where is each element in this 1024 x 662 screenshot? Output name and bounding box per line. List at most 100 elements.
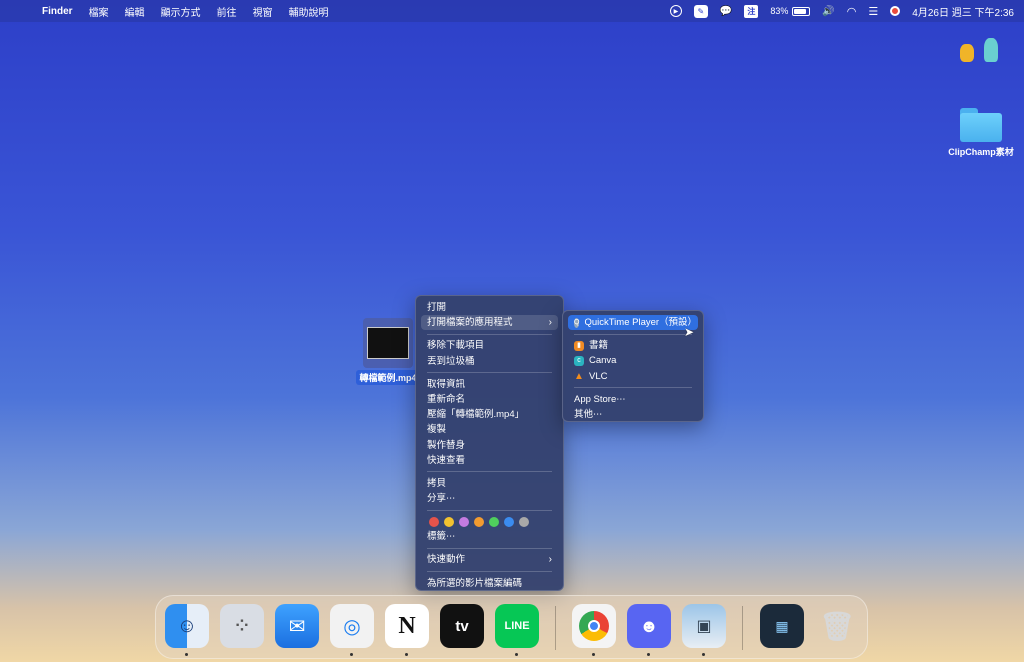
menu-divider bbox=[574, 333, 692, 335]
line-chat-icon[interactable]: 💬 bbox=[720, 6, 732, 17]
screenshot-thumbnail-icon: ▦ bbox=[775, 617, 789, 634]
submenu-item-books-label: 書籍 bbox=[589, 340, 609, 352]
dock-preview[interactable]: ▣ bbox=[682, 604, 726, 648]
dock-screenshot-stack[interactable]: ▦ bbox=[760, 604, 804, 648]
control-center-icon[interactable]: ☰ bbox=[868, 5, 878, 18]
file-label: 轉檔範例.mp4 bbox=[356, 370, 420, 385]
menu-item-open[interactable]: 打開 bbox=[421, 300, 558, 315]
submenu-item-other[interactable]: 其他⋯ bbox=[568, 407, 698, 422]
menubar-datetime[interactable]: 4月26日 週三 下午2:36 bbox=[912, 4, 1014, 19]
running-indicator bbox=[647, 653, 650, 656]
menu-item-trash[interactable]: 丟到垃圾桶 bbox=[421, 354, 558, 369]
submenu-item-quicktime[interactable]: Q QuickTime Player（預設） bbox=[568, 315, 698, 331]
menu-file[interactable]: 檔案 bbox=[81, 4, 117, 19]
canva-icon: c bbox=[574, 355, 584, 366]
menu-item-remove-download[interactable]: 移除下載項目 bbox=[421, 338, 558, 353]
video-thumbnail bbox=[363, 318, 413, 368]
dock-line[interactable]: LINE bbox=[495, 604, 539, 648]
submenu-item-app-store[interactable]: App Store⋯ bbox=[568, 392, 698, 407]
apple-tv-logo: tv bbox=[455, 617, 469, 635]
tag-color-gray[interactable] bbox=[519, 516, 529, 527]
menu-divider bbox=[427, 372, 552, 374]
menu-bar: Finder 檔案 編輯 顯示方式 前往 視窗 輔助說明 ▶ ✎ 💬 注 83%… bbox=[0, 0, 1024, 22]
dock-safari[interactable]: ◎ bbox=[330, 604, 374, 648]
launchpad-grid-icon: ⁘ bbox=[235, 618, 249, 635]
tag-color-orange[interactable] bbox=[474, 516, 484, 527]
battery-status[interactable]: 83% bbox=[770, 6, 811, 16]
sticker-character-icon bbox=[984, 38, 998, 62]
menu-app-name[interactable]: Finder bbox=[34, 6, 81, 17]
dock-discord[interactable]: ☻ bbox=[627, 604, 671, 648]
battery-icon bbox=[792, 6, 811, 16]
desktop-stickers[interactable] bbox=[956, 36, 1006, 66]
menu-item-open-with[interactable]: 打開檔案的應用程式 › bbox=[421, 315, 558, 331]
mouse-pointer-icon: ➤ bbox=[684, 325, 695, 339]
folder-label: ClipChamp素材 bbox=[948, 147, 1014, 157]
chrome-logo-icon bbox=[579, 611, 609, 641]
tag-color-yellow[interactable] bbox=[444, 516, 454, 527]
finder-face-icon: ☺ bbox=[176, 614, 198, 637]
menu-divider bbox=[427, 547, 552, 549]
menu-go[interactable]: 前往 bbox=[209, 4, 245, 19]
input-method-icon[interactable]: 注 bbox=[744, 4, 759, 18]
menu-item-encode[interactable]: 為所選的影片檔案編碼 bbox=[421, 576, 558, 591]
quicktime-icon: Q bbox=[574, 317, 580, 328]
tag-colors bbox=[421, 514, 558, 529]
dock-launchpad[interactable]: ⁘ bbox=[220, 604, 264, 648]
dock-finder[interactable]: ☺ bbox=[165, 604, 209, 648]
submenu-item-books[interactable]: ▮ 書籍 bbox=[568, 338, 698, 353]
context-menu: 打開 打開檔案的應用程式 › 移除下載項目 丟到垃圾桶 取得資訊 重新命名 壓縮… bbox=[415, 295, 564, 591]
submenu-item-vlc-label: VLC bbox=[589, 370, 608, 382]
menu-item-copy[interactable]: 拷貝 bbox=[421, 476, 558, 491]
sticker-character-icon bbox=[960, 44, 974, 62]
menu-item-rename[interactable]: 重新命名 bbox=[421, 392, 558, 407]
menu-divider bbox=[427, 333, 552, 335]
battery-percent: 83% bbox=[770, 6, 789, 16]
safari-compass-icon: ◎ bbox=[343, 615, 361, 638]
tag-color-red[interactable] bbox=[429, 516, 439, 527]
menu-item-quick-actions[interactable]: 快速動作 › bbox=[421, 552, 558, 567]
tag-color-purple[interactable] bbox=[459, 516, 469, 527]
volume-icon[interactable]: 🔊 bbox=[822, 6, 834, 17]
trash-icon: 🗑 bbox=[819, 610, 855, 642]
dock: ☺ ⁘ ✉ ◎ N tv LINE ☻ ▣ ▦ 🗑 bbox=[155, 595, 868, 659]
dock-chrome[interactable] bbox=[572, 604, 616, 648]
menu-edit[interactable]: 編輯 bbox=[117, 4, 153, 19]
menu-item-make-alias[interactable]: 製作替身 bbox=[421, 438, 558, 453]
menu-item-get-info[interactable]: 取得資訊 bbox=[421, 377, 558, 392]
menu-divider bbox=[427, 509, 552, 511]
menu-item-quick-look[interactable]: 快速查看 bbox=[421, 453, 558, 468]
dock-trash[interactable]: 🗑 bbox=[815, 604, 859, 648]
menu-window[interactable]: 視窗 bbox=[245, 4, 281, 19]
vlc-cone-icon: ▲ bbox=[574, 370, 584, 382]
play-circle-icon[interactable]: ▶ bbox=[669, 5, 682, 17]
menu-item-tags[interactable]: 標籤⋯ bbox=[421, 529, 558, 544]
desktop-video-file[interactable]: 轉檔範例.mp4 bbox=[356, 318, 420, 386]
wifi-icon[interactable]: ◠ bbox=[847, 5, 857, 18]
discord-logo-icon: ☻ bbox=[639, 615, 659, 636]
running-indicator bbox=[405, 653, 408, 656]
open-with-submenu: Q QuickTime Player（預設） ▮ 書籍 c Canva ▲ VL… bbox=[562, 310, 704, 422]
running-indicator bbox=[515, 653, 518, 656]
menu-divider bbox=[427, 571, 552, 573]
siri-icon[interactable] bbox=[890, 6, 901, 16]
dock-notion[interactable]: N bbox=[385, 604, 429, 648]
menu-item-duplicate[interactable]: 複製 bbox=[421, 422, 558, 437]
tag-color-green[interactable] bbox=[489, 516, 499, 527]
chevron-right-icon: › bbox=[548, 554, 552, 566]
desktop-folder[interactable]: ClipChamp素材 bbox=[946, 108, 1016, 158]
dock-apple-tv[interactable]: tv bbox=[440, 604, 484, 648]
tag-color-blue[interactable] bbox=[504, 516, 514, 527]
dock-mail[interactable]: ✉ bbox=[275, 604, 319, 648]
menu-item-share[interactable]: 分享⋯ bbox=[421, 491, 558, 506]
pen-icon[interactable]: ✎ bbox=[693, 4, 708, 18]
mail-envelope-icon: ✉ bbox=[288, 615, 306, 638]
submenu-item-vlc[interactable]: ▲ VLC bbox=[568, 369, 698, 384]
submenu-item-canva-label: Canva bbox=[589, 355, 617, 367]
menu-view[interactable]: 顯示方式 bbox=[153, 4, 209, 19]
menu-item-compress[interactable]: 壓縮「轉檔範例.mp4」 bbox=[421, 407, 558, 422]
submenu-item-canva[interactable]: c Canva bbox=[568, 353, 698, 368]
chevron-right-icon: › bbox=[548, 317, 552, 329]
menu-help[interactable]: 輔助說明 bbox=[281, 4, 337, 19]
running-indicator bbox=[185, 653, 188, 656]
